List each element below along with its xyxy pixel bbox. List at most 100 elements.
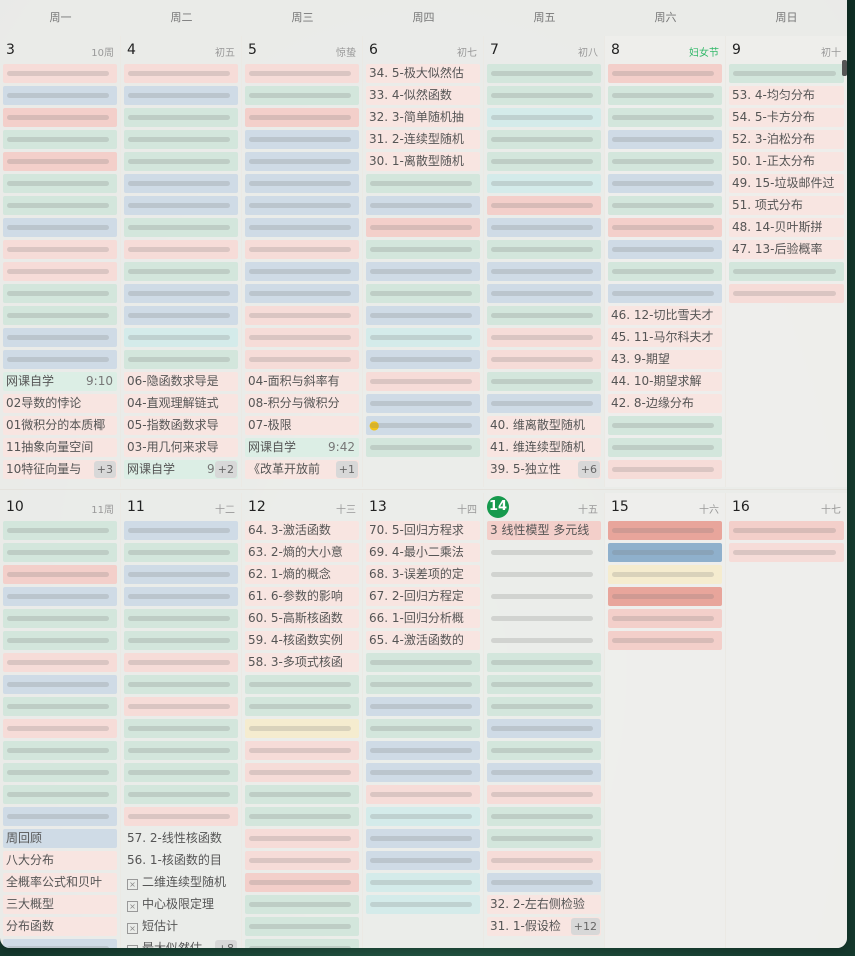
blurred-event[interactable] (245, 108, 359, 127)
event-item[interactable]: 06-隐函数求导是 (124, 372, 238, 391)
blurred-event[interactable] (487, 86, 601, 105)
blurred-event[interactable] (366, 262, 480, 281)
blurred-event[interactable] (366, 895, 480, 914)
blurred-event[interactable] (124, 152, 238, 171)
event-item[interactable]: 04-直观理解链式 (124, 394, 238, 413)
blurred-event[interactable] (3, 350, 117, 369)
blurred-event[interactable] (366, 851, 480, 870)
event-item[interactable]: 30. 1-离散型随机 (366, 152, 480, 171)
blurred-event[interactable] (608, 240, 722, 259)
blurred-event[interactable] (3, 306, 117, 325)
blurred-event[interactable] (3, 675, 117, 694)
blurred-event[interactable] (3, 218, 117, 237)
event-item[interactable]: 63. 2-熵的大小意 (245, 543, 359, 562)
blurred-event[interactable] (729, 64, 844, 83)
blurred-event[interactable] (245, 328, 359, 347)
blurred-event[interactable] (3, 763, 117, 782)
blurred-event[interactable] (608, 64, 722, 83)
blurred-event[interactable] (3, 653, 117, 672)
blurred-event[interactable] (3, 240, 117, 259)
scrollbar[interactable] (842, 60, 847, 76)
blurred-event[interactable] (608, 416, 722, 435)
blurred-event[interactable] (487, 543, 601, 562)
day-cell[interactable]: 11 十二 57. 2-线性核函数 56. 1-核函数的目 × 二维连续型随机 × 中心极限定… (121, 493, 242, 948)
blurred-event[interactable] (608, 438, 722, 457)
blurred-event[interactable] (245, 306, 359, 325)
blurred-event[interactable] (245, 895, 359, 914)
blurred-event[interactable] (124, 64, 238, 83)
event-item[interactable]: 58. 3-多项式核函 (245, 653, 359, 672)
event-item[interactable]: 41. 维连续型随机 (487, 438, 601, 457)
blurred-event[interactable] (487, 372, 601, 391)
blurred-event[interactable] (245, 284, 359, 303)
event-item[interactable]: 51. 项式分布 (729, 196, 844, 215)
blurred-event[interactable] (366, 174, 480, 193)
event-item[interactable]: 52. 3-泊松分布 (729, 130, 844, 149)
blurred-event[interactable] (487, 763, 601, 782)
blurred-event[interactable] (124, 587, 238, 606)
event-item[interactable]: 11抽象向量空间 (3, 438, 117, 457)
blurred-event[interactable] (487, 873, 601, 892)
event-item[interactable]: × 短估计 (124, 917, 238, 936)
more-events-badge[interactable]: +2 (214, 461, 237, 478)
blurred-event[interactable] (245, 939, 359, 948)
day-cell[interactable]: 13 十四 70. 5-回归方程求 69. 4-最小二乘法 68. 3-误差项的定 67.… (363, 493, 484, 948)
blurred-event[interactable] (3, 697, 117, 716)
day-cell[interactable]: 9 初十 53. 4-均匀分布 54. 5-卡方分布 52. 3-泊松分布 50. 1-正… (726, 36, 847, 487)
day-cell[interactable]: 7 初八 40. 维离散型随机 41. 维连续型随机 39. 5-独立性 +6 (484, 36, 605, 487)
event-item[interactable]: 八大分布 (3, 851, 117, 870)
event-item[interactable]: 47. 13-后验概率 (729, 240, 844, 259)
blurred-event[interactable] (366, 438, 480, 457)
blurred-event[interactable] (3, 108, 117, 127)
event-item[interactable]: 07-极限 (245, 416, 359, 435)
event-item[interactable]: 49. 15-垃圾邮件过 (729, 174, 844, 193)
blurred-event[interactable] (366, 196, 480, 215)
blurred-event[interactable] (608, 609, 722, 628)
blurred-event[interactable] (366, 719, 480, 738)
blurred-event[interactable] (366, 763, 480, 782)
more-events-badge[interactable]: +3 (93, 461, 116, 478)
blurred-event[interactable]: ● (366, 416, 480, 435)
day-cell[interactable]: 15 十六 (605, 493, 726, 948)
day-cell[interactable]: 3 10周 网课自学 9:10 02导数的悖论 01微积分的本质椰 11抽象向量空间 10特征… (0, 36, 121, 487)
event-item[interactable]: 43. 9-期望 (608, 350, 722, 369)
blurred-event[interactable] (608, 587, 722, 606)
event-item[interactable]: 34. 5-极大似然估 (366, 64, 480, 83)
event-item[interactable]: 61. 6-参数的影响 (245, 587, 359, 606)
blurred-event[interactable] (245, 763, 359, 782)
blurred-event[interactable] (245, 741, 359, 760)
more-events-badge[interactable]: +12 (570, 918, 600, 935)
blurred-event[interactable] (487, 218, 601, 237)
blurred-event[interactable] (245, 350, 359, 369)
blurred-event[interactable] (245, 719, 359, 738)
blurred-event[interactable] (487, 108, 601, 127)
checkbox-icon[interactable]: × (127, 945, 138, 948)
event-item[interactable]: 65. 4-激活函数的 (366, 631, 480, 650)
event-item[interactable]: 68. 3-误差项的定 (366, 565, 480, 584)
blurred-event[interactable] (608, 130, 722, 149)
blurred-event[interactable] (124, 763, 238, 782)
blurred-event[interactable] (366, 653, 480, 672)
blurred-event[interactable] (729, 284, 844, 303)
blurred-event[interactable] (487, 609, 601, 628)
event-item[interactable]: 三大概型 (3, 895, 117, 914)
blurred-event[interactable] (608, 631, 722, 650)
blurred-event[interactable] (366, 675, 480, 694)
event-item[interactable]: 03-用几何来求导 (124, 438, 238, 457)
blurred-event[interactable] (487, 350, 601, 369)
blurred-event[interactable] (124, 306, 238, 325)
blurred-event[interactable] (729, 262, 844, 281)
blurred-event[interactable] (3, 86, 117, 105)
day-cell[interactable]: 6 初七 34. 5-极大似然估 33. 4-似然函数 32. 3-简单随机抽 31. 2… (363, 36, 484, 487)
event-item[interactable]: 08-积分与微积分 (245, 394, 359, 413)
blurred-event[interactable] (245, 785, 359, 804)
blurred-event[interactable] (124, 240, 238, 259)
blurred-event[interactable] (366, 284, 480, 303)
event-item[interactable]: 66. 1-回归分析概 (366, 609, 480, 628)
blurred-event[interactable] (487, 719, 601, 738)
blurred-event[interactable] (366, 328, 480, 347)
blurred-event[interactable] (608, 262, 722, 281)
event-item[interactable]: 31. 2-连续型随机 (366, 130, 480, 149)
event-item[interactable]: 网课自学 9:42 (245, 438, 359, 457)
event-item[interactable]: 57. 2-线性核函数 (124, 829, 238, 848)
